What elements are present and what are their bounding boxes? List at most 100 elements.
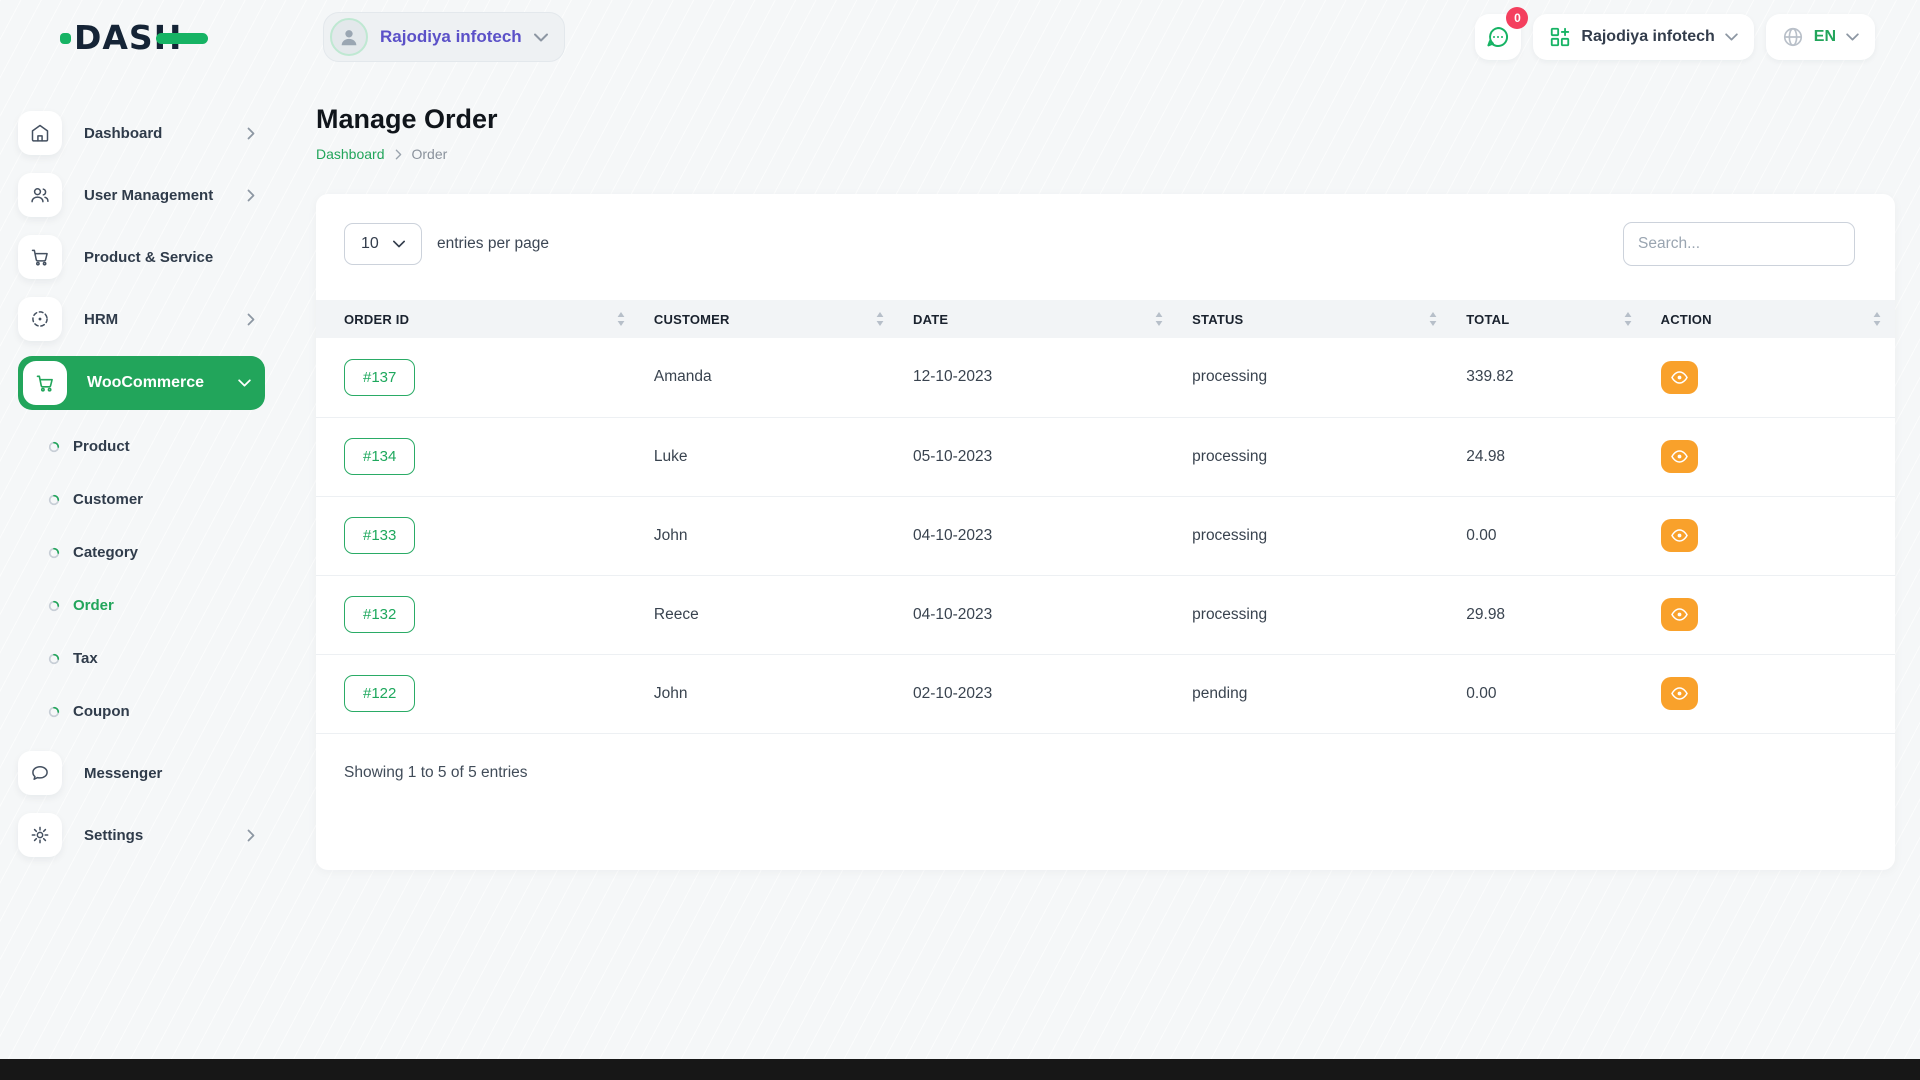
sidebar-item-messenger[interactable]: Messenger [18,748,265,798]
sidebar-item-label: Messenger [84,765,162,782]
order-id-chip[interactable]: #122 [344,675,415,712]
sidebar-item-settings[interactable]: Settings [18,810,265,860]
submenu-item-coupon[interactable]: Coupon [18,685,265,738]
chevron-down-icon [534,33,548,42]
sidebar: Dashboard User Management Product & Serv… [0,74,265,872]
users-icon [18,173,62,217]
view-order-button[interactable] [1661,677,1698,710]
date-cell: 04-10-2023 [898,575,1177,654]
sidebar-item-label: Product & Service [84,249,213,266]
sidebar-item-label: HRM [84,311,118,328]
page-title: Manage Order [316,104,1895,135]
chevron-right-icon [247,829,255,842]
customer-cell: Reece [639,575,898,654]
order-id-chip[interactable]: #132 [344,596,415,633]
total-cell: 29.98 [1451,575,1645,654]
company-selector[interactable]: Rajodiya infotech [1533,14,1753,60]
language-selector[interactable]: EN [1766,14,1875,60]
customer-cell: John [639,496,898,575]
column-header-action[interactable]: ACTION [1646,300,1895,338]
topbar: DASH Rajodiya infotech 0 Rajo [0,0,1920,74]
order-id-chip[interactable]: #137 [344,359,415,396]
submenu-item-label: Category [73,544,138,561]
ring-bullet-icon [48,653,60,665]
table-row: #122 John 02-10-2023 pending 0.00 [316,654,1895,733]
submenu-item-product[interactable]: Product [18,420,265,473]
workspace-selector[interactable]: Rajodiya infotech [323,12,565,62]
column-header-status[interactable]: STATUS [1177,300,1451,338]
submenu-item-label: Tax [73,650,98,667]
status-cell: processing [1177,575,1451,654]
sidebar-item-dashboard[interactable]: Dashboard [18,108,265,158]
sort-icon [617,312,625,326]
chevron-down-icon [393,240,405,248]
sidebar-item-hrm[interactable]: HRM [18,294,265,344]
eye-icon [1671,371,1688,384]
sidebar-item-label: WooCommerce [87,374,204,392]
table-header-row: ORDER ID CUSTOMER DATE STATUS TOTAL ACTI… [316,300,1895,338]
submenu-item-tax[interactable]: Tax [18,632,265,685]
ring-bullet-icon [48,600,60,612]
table-row: #134 Luke 05-10-2023 processing 24.98 [316,417,1895,496]
date-cell: 05-10-2023 [898,417,1177,496]
breadcrumb: Dashboard Order [316,146,1895,162]
sort-icon [1155,312,1163,326]
table-controls: 10 entries per page [316,194,1895,266]
view-order-button[interactable] [1661,361,1698,394]
submenu-item-category[interactable]: Category [18,526,265,579]
page-size-select[interactable]: 10 [344,223,422,265]
home-icon [18,111,62,155]
breadcrumb-dashboard-link[interactable]: Dashboard [316,146,385,162]
eye-icon [1671,687,1688,700]
status-cell: pending [1177,654,1451,733]
status-cell: processing [1177,417,1451,496]
column-header-customer[interactable]: CUSTOMER [639,300,898,338]
status-cell: processing [1177,496,1451,575]
eye-icon [1671,450,1688,463]
date-cell: 02-10-2023 [898,654,1177,733]
chevron-down-icon [1846,33,1859,41]
view-order-button[interactable] [1661,519,1698,552]
sidebar-item-label: User Management [84,187,213,204]
column-header-total[interactable]: TOTAL [1451,300,1645,338]
chevron-right-icon [247,313,255,326]
table-row: #137 Amanda 12-10-2023 processing 339.82 [316,338,1895,417]
avatar [330,18,368,56]
messenger-button[interactable]: 0 [1475,14,1521,60]
orders-card: 10 entries per page ORDER ID CUSTOMER [316,194,1895,870]
sidebar-item-woocommerce[interactable]: WooCommerce [18,356,265,410]
customer-cell: Luke [639,417,898,496]
eye-icon [1671,608,1688,621]
total-cell: 0.00 [1451,654,1645,733]
sidebar-item-product-service[interactable]: Product & Service [18,232,265,282]
chevron-down-icon [238,379,251,387]
gear-icon [18,813,62,857]
order-id-chip[interactable]: #134 [344,438,415,475]
sidebar-item-user-management[interactable]: User Management [18,170,265,220]
logo-dash-bar [156,33,208,44]
column-header-order-id[interactable]: ORDER ID [316,300,639,338]
column-header-date[interactable]: DATE [898,300,1177,338]
woocommerce-submenu: Product Customer Category Order Tax Coup… [18,420,265,738]
chevron-down-icon [1725,33,1738,41]
view-order-button[interactable] [1661,598,1698,631]
chevron-right-icon [247,127,255,140]
globe-icon [1782,26,1804,48]
search-input[interactable] [1623,222,1855,266]
sort-icon [1429,312,1437,326]
submenu-item-label: Customer [73,491,143,508]
submenu-item-customer[interactable]: Customer [18,473,265,526]
order-id-chip[interactable]: #133 [344,517,415,554]
view-order-button[interactable] [1661,440,1698,473]
entries-summary: Showing 1 to 5 of 5 entries [316,734,1895,782]
logo-dot [60,33,71,44]
sort-icon [876,312,884,326]
eye-icon [1671,529,1688,542]
chat-bubble-icon [18,751,62,795]
submenu-item-label: Coupon [73,703,130,720]
submenu-item-order[interactable]: Order [18,579,265,632]
app-logo: DASH [74,17,323,57]
ring-bullet-icon [48,547,60,559]
cart-icon [18,235,62,279]
chat-dots-icon [1485,24,1511,50]
